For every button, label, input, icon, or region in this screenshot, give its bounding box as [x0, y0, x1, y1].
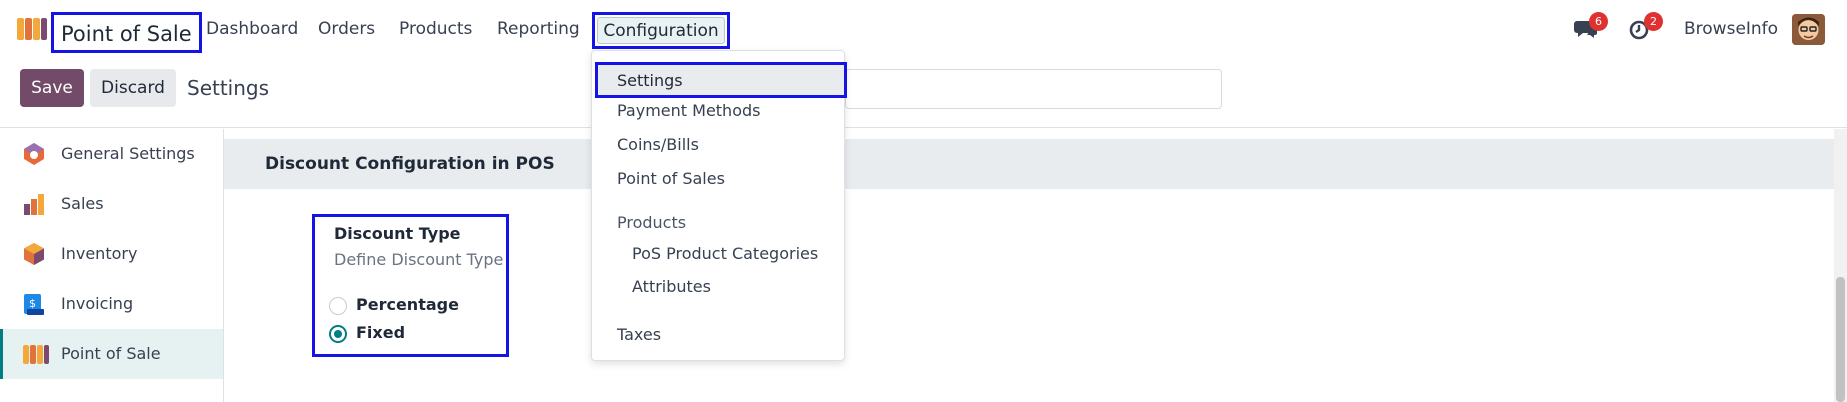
- radio-label[interactable]: Fixed: [356, 323, 405, 342]
- activities-badge: 2: [1644, 12, 1663, 31]
- svg-text:$: $: [29, 297, 36, 310]
- menu-configuration[interactable]: Configuration: [592, 12, 730, 49]
- sidebar-item-invoicing[interactable]: $ Invoicing: [0, 279, 223, 329]
- dropdown-item-taxes[interactable]: Taxes: [617, 325, 661, 344]
- menu-products[interactable]: Products: [399, 19, 472, 39]
- sidebar-item-label: Point of Sale: [61, 344, 161, 363]
- pos-logo-icon[interactable]: [16, 16, 48, 42]
- sidebar-item-sales[interactable]: Sales: [0, 179, 223, 229]
- settings-sidebar: General Settings Sales Inventory $ Invoi…: [0, 129, 224, 402]
- dropdown-item-attributes[interactable]: Attributes: [632, 277, 711, 296]
- sales-icon: [22, 192, 46, 216]
- menu-reporting[interactable]: Reporting: [497, 19, 580, 39]
- dropdown-item-settings[interactable]: Settings: [595, 62, 847, 98]
- inventory-icon: [22, 242, 46, 266]
- sidebar-item-label: Inventory: [61, 244, 138, 263]
- menu-configuration-label[interactable]: Configuration: [597, 17, 725, 44]
- sidebar-item-label: General Settings: [61, 144, 195, 163]
- radio-label[interactable]: Percentage: [356, 295, 459, 314]
- dropdown-item-label[interactable]: Settings: [617, 71, 683, 90]
- company-name[interactable]: BrowseInfo: [1684, 19, 1778, 39]
- dropdown-section-products: Products: [617, 213, 687, 232]
- save-button[interactable]: Save: [20, 69, 84, 107]
- dropdown-item-payment-methods[interactable]: Payment Methods: [617, 101, 760, 120]
- setting-title: Discount Type: [334, 224, 461, 243]
- dropdown-item-product-categories[interactable]: PoS Product Categories: [632, 244, 818, 263]
- sidebar-item-inventory[interactable]: Inventory: [0, 229, 223, 279]
- setting-description: Define Discount Type: [334, 250, 504, 269]
- menu-dashboard[interactable]: Dashboard: [206, 19, 298, 39]
- radio-button-checked[interactable]: [329, 325, 347, 343]
- messages-badge: 6: [1589, 12, 1608, 31]
- sidebar-item-general-settings[interactable]: General Settings: [0, 129, 223, 179]
- discount-type-setting: Discount Type Define Discount Type Perce…: [312, 214, 509, 357]
- point-of-sale-icon: [22, 342, 49, 366]
- section-header: Discount Configuration in POS: [224, 139, 1834, 189]
- settings-content: Discount Configuration in POS Discount T…: [224, 129, 1834, 402]
- dropdown-item-point-of-sales[interactable]: Point of Sales: [617, 169, 725, 188]
- general-settings-icon: [22, 142, 46, 166]
- configuration-dropdown: Settings Payment Methods Coins/Bills Poi…: [591, 50, 847, 361]
- discard-button[interactable]: Discard: [90, 69, 176, 107]
- control-panel: Save Discard Settings: [0, 57, 1847, 128]
- section-title: Discount Configuration in POS: [265, 154, 555, 174]
- menu-orders[interactable]: Orders: [318, 19, 375, 39]
- page-title: Settings: [187, 76, 270, 100]
- page-scrollbar[interactable]: [1834, 129, 1847, 402]
- radio-button[interactable]: [329, 297, 347, 315]
- scrollbar-thumb[interactable]: [1836, 277, 1845, 402]
- invoicing-icon: $: [22, 292, 46, 316]
- settings-search-input[interactable]: [845, 69, 1222, 109]
- sidebar-item-label: Invoicing: [61, 294, 134, 313]
- app-name[interactable]: Point of Sale: [51, 12, 202, 53]
- top-navbar: Point of Sale Dashboard Orders Products …: [0, 0, 1847, 57]
- dropdown-item-coins-bills[interactable]: Coins/Bills: [617, 135, 699, 154]
- sidebar-item-point-of-sale[interactable]: Point of Sale: [0, 329, 223, 379]
- sidebar-item-label: Sales: [61, 194, 104, 213]
- user-avatar[interactable]: [1792, 14, 1825, 45]
